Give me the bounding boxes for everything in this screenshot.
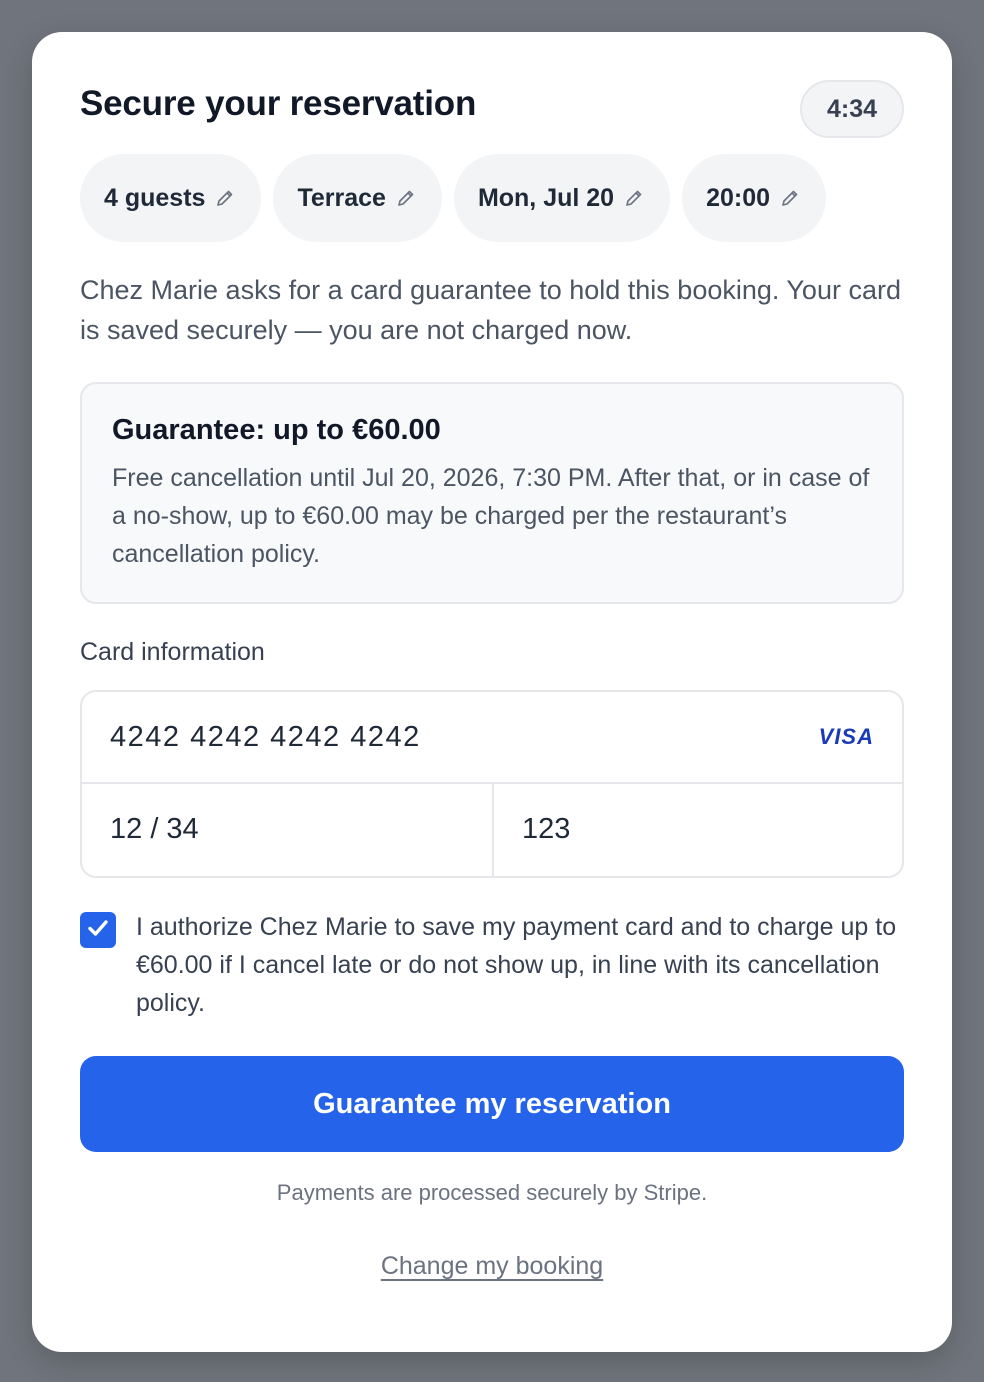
authorization-checkbox[interactable] [80, 912, 116, 948]
field-divider [492, 784, 494, 876]
chip-guests[interactable]: 4 guests [80, 154, 262, 242]
stripe-note: Payments are processed securely by Strip… [276, 1180, 708, 1205]
pencil-icon [780, 188, 800, 208]
chip-date[interactable]: Mon, Jul 20 [453, 154, 671, 242]
pencil-icon [624, 188, 644, 208]
card-cvc-input[interactable] [522, 806, 882, 852]
pencil-icon [215, 188, 235, 208]
visa-logo: VISA [818, 724, 874, 749]
card-fields-group: VISA [80, 690, 904, 878]
modal-title: Secure your reservation [80, 84, 477, 123]
intro-text: Chez Marie asks for a card guarantee to … [80, 275, 901, 345]
chip-label: Terrace [297, 183, 386, 212]
chip-label: 4 guests [104, 183, 206, 212]
guarantee-policy-text: Free cancellation until Jul 20, 2026, 7:… [112, 464, 870, 568]
guarantee-title: Guarantee: up to €60.00 [112, 414, 441, 446]
card-information-label: Card information [80, 638, 265, 666]
guarantee-summary: Guarantee: up to €60.00 Free cancellatio… [80, 382, 904, 604]
chip-label: Mon, Jul 20 [477, 183, 615, 212]
guarantee-reservation-button[interactable]: Guarantee my reservation [80, 1056, 904, 1152]
change-booking-link[interactable]: Change my booking [32, 1252, 952, 1281]
pencil-icon [396, 188, 416, 208]
countdown-timer: 4:34 [800, 80, 904, 138]
authorization-text: I authorize Chez Marie to save my paymen… [136, 913, 897, 1017]
chip-area[interactable]: Terrace [273, 154, 442, 242]
card-number-input[interactable] [110, 714, 750, 760]
chip-label: 20:00 [706, 183, 771, 212]
booking-summary-chips: 4 guests Terrace Mon, Jul 20 20:00 [80, 154, 827, 242]
checkmark-icon [85, 915, 111, 946]
chip-time[interactable]: 20:00 [682, 154, 827, 242]
reservation-modal: Secure your reservation 4:34 4 guests Te… [32, 32, 952, 1352]
card-number-row: VISA [82, 692, 902, 784]
card-expiry-input[interactable] [110, 806, 470, 852]
